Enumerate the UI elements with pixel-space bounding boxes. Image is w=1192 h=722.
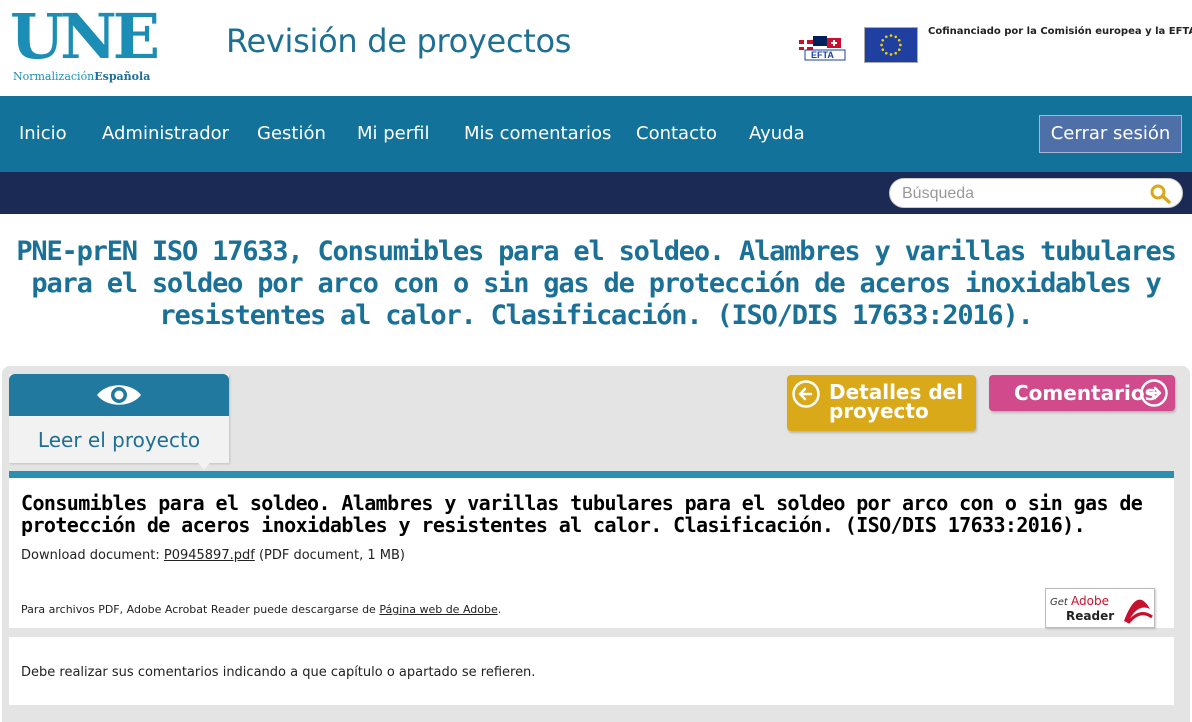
search-bar bbox=[0, 172, 1192, 214]
tab-header bbox=[9, 374, 229, 416]
comment-instructions: Debe realizar sus comentarios indicando … bbox=[21, 665, 536, 680]
project-details-label: Detalles del proyecto bbox=[829, 380, 964, 423]
page-title: PNE-prEN ISO 17633, Consumibles para el … bbox=[16, 236, 1176, 331]
search-input[interactable] bbox=[902, 183, 1142, 205]
logo-mark: UNE bbox=[10, 0, 160, 73]
main-nav: Inicio Administrador Gestión Mi perfil M… bbox=[0, 96, 1192, 172]
arrow-left-circle-icon bbox=[792, 380, 820, 408]
project-details-button[interactable]: Detalles del proyecto bbox=[787, 375, 976, 431]
tab-leer-label: Leer el proyecto bbox=[37, 428, 201, 452]
download-line: Download document: P0945897.pdf (PDF doc… bbox=[21, 548, 405, 563]
adobe-link[interactable]: Página web de Adobe bbox=[379, 603, 497, 616]
search-icon[interactable] bbox=[1148, 183, 1174, 205]
nav-item-mi-perfil[interactable]: Mi perfil bbox=[357, 123, 430, 144]
eu-flag-icon bbox=[864, 27, 918, 63]
adobe-note: Para archivos PDF, Adobe Acrobat Reader … bbox=[21, 603, 502, 616]
comments-label: Comentarios bbox=[1014, 381, 1157, 405]
nav-item-gestion[interactable]: Gestión bbox=[257, 123, 326, 144]
adobe-reader-icon bbox=[1124, 599, 1153, 624]
logo-subtitle: NormalizaciónEspañola bbox=[13, 70, 151, 83]
comments-button[interactable]: Comentarios bbox=[989, 375, 1175, 411]
eye-icon bbox=[97, 385, 141, 405]
site-title: Revisión de proyectos bbox=[226, 22, 572, 60]
nav-item-inicio[interactable]: Inicio bbox=[19, 123, 67, 144]
tab-pointer bbox=[196, 460, 212, 470]
site-header: UNE NormalizaciónEspañola Revisión de pr… bbox=[0, 0, 1192, 96]
efta-flags-icon: EFTA bbox=[799, 36, 846, 61]
nav-item-ayuda[interactable]: Ayuda bbox=[749, 123, 805, 144]
cofinance-text: Cofinanciado por la Comisión europea y l… bbox=[928, 26, 1192, 37]
get-adobe-reader-badge[interactable]: Get Adobe Reader bbox=[1045, 588, 1155, 628]
download-link[interactable]: P0945897.pdf bbox=[164, 548, 255, 563]
nav-item-administrador[interactable]: Administrador bbox=[102, 123, 229, 144]
arrow-right-circle-icon bbox=[1140, 379, 1168, 407]
nav-item-contacto[interactable]: Contacto bbox=[636, 123, 717, 144]
nav-item-mis-comentarios[interactable]: Mis comentarios bbox=[464, 123, 611, 144]
une-logo[interactable]: UNE NormalizaciónEspañola bbox=[10, 6, 160, 88]
badge-get-text: Get Adobe bbox=[1050, 594, 1109, 608]
document-title: Consumibles para el soldeo. Alambres y v… bbox=[21, 491, 1143, 537]
comment-instructions-box: Debe realizar sus comentarios indicando … bbox=[9, 637, 1174, 705]
logout-button[interactable]: Cerrar sesión bbox=[1039, 115, 1182, 153]
tab-leer-proyecto[interactable]: Leer el proyecto bbox=[9, 374, 229, 463]
badge-reader-text: Reader bbox=[1066, 609, 1115, 623]
efta-label: EFTA bbox=[811, 50, 834, 60]
document-box: Consumibles para el soldeo. Alambres y v… bbox=[9, 471, 1174, 628]
search-box bbox=[889, 178, 1183, 208]
